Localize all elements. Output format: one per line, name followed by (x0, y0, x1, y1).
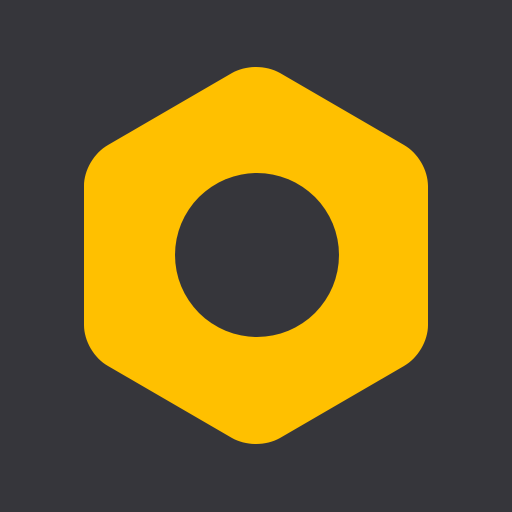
hex-nut-icon (84, 67, 428, 444)
nut-hole (175, 173, 339, 337)
app-icon-canvas (0, 0, 512, 512)
